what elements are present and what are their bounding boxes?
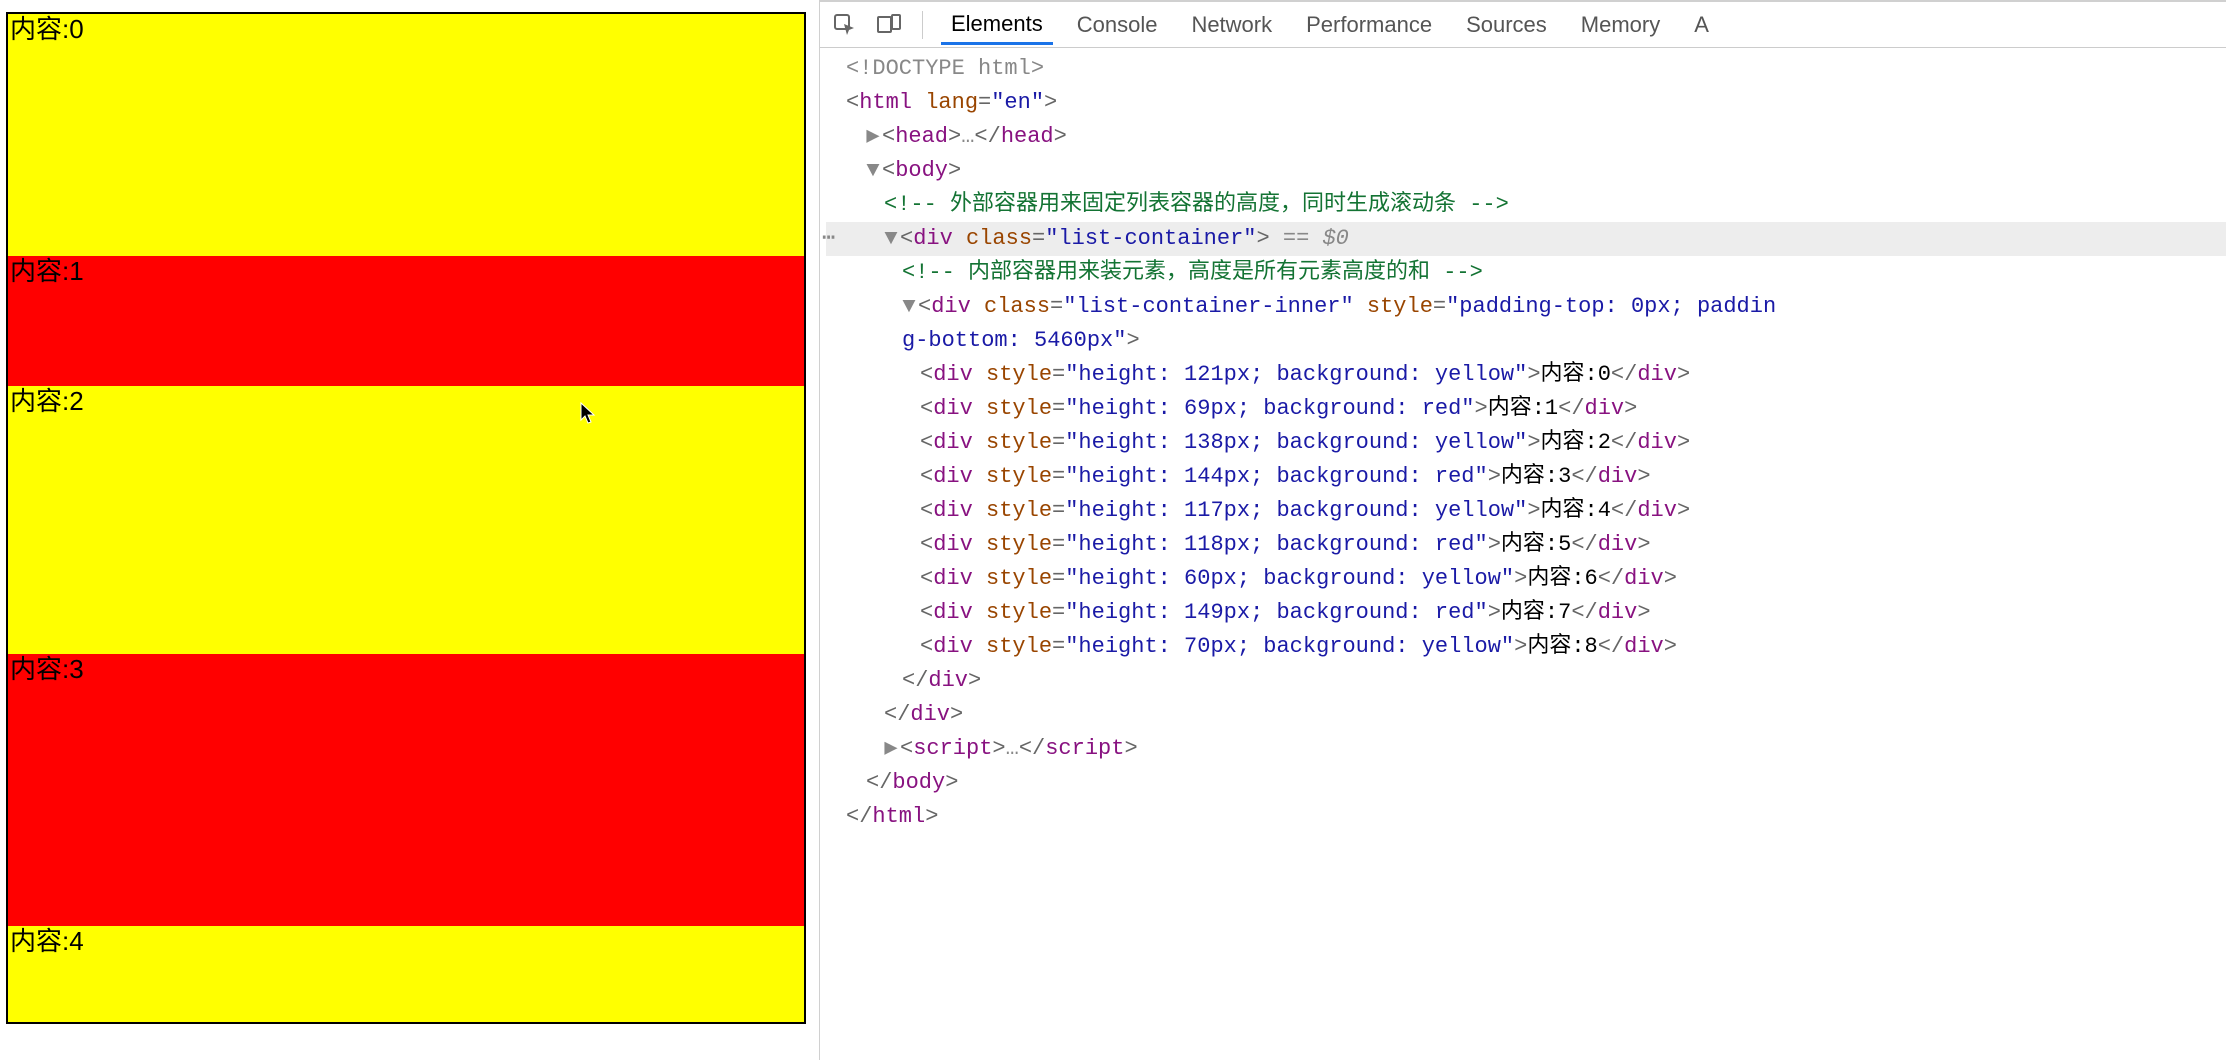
- dom-item-row[interactable]: <div style="height: 117px; background: y…: [826, 494, 2226, 528]
- list-item: 内容:2: [8, 386, 804, 654]
- tab-sources[interactable]: Sources: [1456, 6, 1557, 44]
- twisty-icon[interactable]: ▼: [884, 222, 898, 256]
- list-item: 内容:0: [8, 14, 804, 256]
- dom-item-row[interactable]: <div style="height: 144px; background: r…: [826, 460, 2226, 494]
- dom-body-close[interactable]: </body>: [826, 766, 2226, 800]
- device-toggle-icon[interactable]: [874, 10, 904, 40]
- devtools-panel: Elements Console Network Performance Sou…: [820, 0, 2226, 1060]
- twisty-icon[interactable]: ▶: [866, 120, 880, 154]
- dom-item-row[interactable]: <div style="height: 149px; background: r…: [826, 596, 2226, 630]
- dom-html-close[interactable]: </html>: [826, 800, 2226, 834]
- dom-comment-inner[interactable]: <!-- 内部容器用来装元素，高度是所有元素高度的和 -->: [826, 256, 2226, 290]
- list-item: 内容:1: [8, 256, 804, 386]
- devtools-tabbar: Elements Console Network Performance Sou…: [820, 2, 2226, 48]
- list-item: 内容:3: [8, 654, 804, 926]
- dom-item-row[interactable]: <div style="height: 121px; background: y…: [826, 358, 2226, 392]
- dom-inner-open[interactable]: ▼<div class="list-container-inner" style…: [826, 290, 2226, 324]
- dom-doctype[interactable]: <!DOCTYPE html>: [826, 52, 2226, 86]
- list-container-inner: 内容:0内容:1内容:2内容:3内容:4: [8, 14, 804, 1024]
- tab-elements[interactable]: Elements: [941, 5, 1053, 45]
- dom-inner-open-wrap[interactable]: g-bottom: 5460px">: [826, 324, 2226, 358]
- dom-list-container-open[interactable]: ⋯▼<div class="list-container"> == $0: [826, 222, 2226, 256]
- dom-html-open[interactable]: <html lang="en">: [826, 86, 2226, 120]
- tabbar-separator: [922, 11, 923, 39]
- dom-item-row[interactable]: <div style="height: 70px; background: ye…: [826, 630, 2226, 664]
- dom-item-row[interactable]: <div style="height: 118px; background: r…: [826, 528, 2226, 562]
- dom-script-collapsed[interactable]: ▶<script>…</script>: [826, 732, 2226, 766]
- tab-performance[interactable]: Performance: [1296, 6, 1442, 44]
- dom-tree[interactable]: <!DOCTYPE html> <html lang="en"> ▶<head>…: [820, 48, 2226, 1060]
- page-preview-pane: 内容:0内容:1内容:2内容:3内容:4: [0, 0, 820, 1060]
- list-container[interactable]: 内容:0内容:1内容:2内容:3内容:4: [6, 12, 806, 1024]
- dom-comment-outer[interactable]: <!-- 外部容器用来固定列表容器的高度，同时生成滚动条 -->: [826, 188, 2226, 222]
- dom-item-row[interactable]: <div style="height: 138px; background: y…: [826, 426, 2226, 460]
- app-root: 内容:0内容:1内容:2内容:3内容:4 Elements Console Ne…: [0, 0, 2226, 1060]
- twisty-icon[interactable]: ▶: [884, 732, 898, 766]
- dom-item-row[interactable]: <div style="height: 60px; background: ye…: [826, 562, 2226, 596]
- list-item: 内容:4: [8, 926, 804, 1024]
- dom-inner-close[interactable]: </div>: [826, 664, 2226, 698]
- tab-console[interactable]: Console: [1067, 6, 1168, 44]
- dom-body-open[interactable]: ▼<body>: [826, 154, 2226, 188]
- dom-list-container-close[interactable]: </div>: [826, 698, 2226, 732]
- inspect-icon[interactable]: [830, 10, 860, 40]
- twisty-icon[interactable]: ▼: [866, 154, 880, 188]
- tab-application-truncated[interactable]: A: [1684, 6, 1719, 44]
- selected-gutter-icon: ⋯: [822, 222, 835, 256]
- dom-head-collapsed[interactable]: ▶<head>…</head>: [826, 120, 2226, 154]
- tab-memory[interactable]: Memory: [1571, 6, 1670, 44]
- twisty-icon[interactable]: ▼: [902, 290, 916, 324]
- dom-item-row[interactable]: <div style="height: 69px; background: re…: [826, 392, 2226, 426]
- tab-network[interactable]: Network: [1181, 6, 1282, 44]
